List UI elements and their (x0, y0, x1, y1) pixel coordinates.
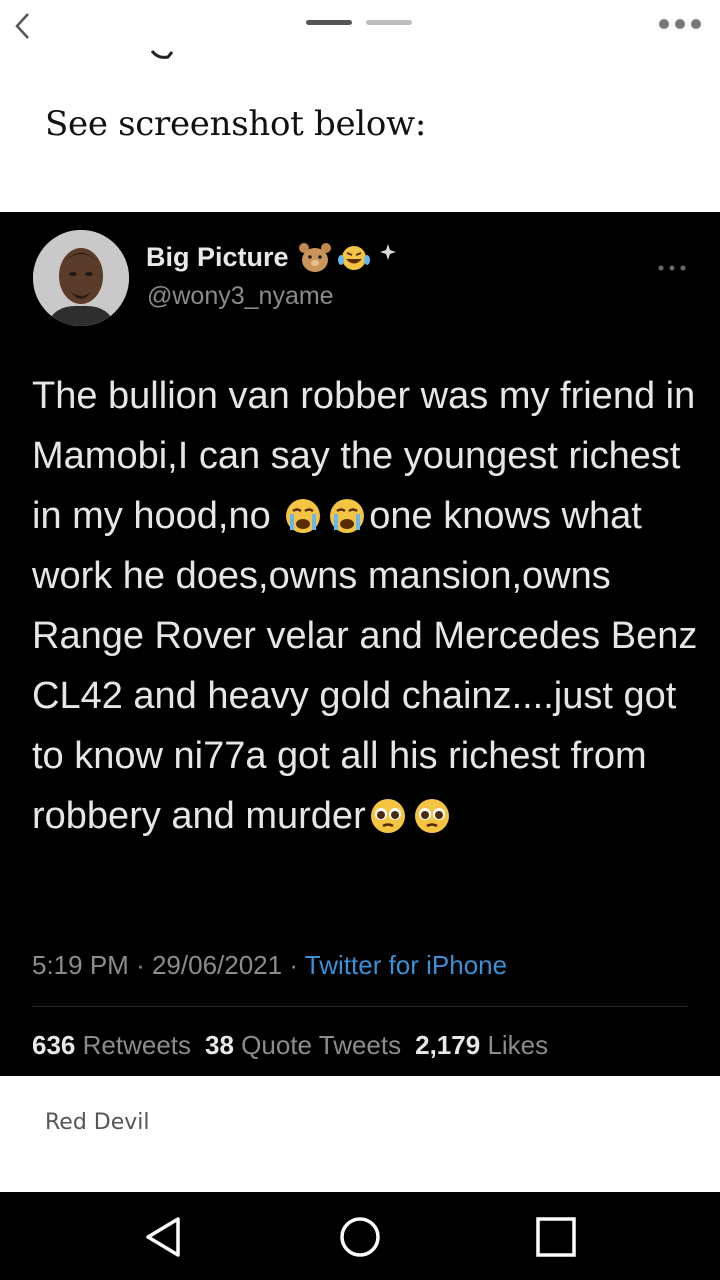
tweet-meta: 5:19 PM · 29/06/2021 · Twitter for iPhon… (32, 950, 507, 981)
meta-separator: · (289, 950, 299, 980)
retweets-label: Retweets (82, 1030, 192, 1060)
post-author[interactable]: Red Devil (45, 1110, 150, 1135)
chevron-left-icon[interactable] (8, 6, 38, 46)
page-indicator-active (306, 20, 352, 25)
avatar (33, 230, 129, 326)
crying-face-emoji (328, 493, 366, 533)
tweet-text-part2: one knows what work he does,owns mansion… (32, 495, 698, 837)
retweets-count: 636 (32, 1030, 76, 1060)
user-handle[interactable]: @wony3_nyame (147, 282, 334, 311)
quotes-label: Quote Tweets (241, 1030, 402, 1060)
tweet-more-icon[interactable] (656, 258, 688, 271)
divider (32, 1006, 688, 1007)
circle-home-icon[interactable] (337, 1214, 383, 1260)
sparkle-emoji (380, 244, 396, 260)
teddy-bear-emoji (299, 243, 331, 272)
triangle-back-icon[interactable] (140, 1214, 186, 1260)
tweet-time: 5:19 PM (32, 950, 129, 980)
pleading-face-emoji (413, 793, 451, 833)
tweet-text: The bullion van robber was my friend in … (32, 366, 702, 846)
tweet-stats: 636 Retweets 38 Quote Tweets 2,179 Likes (32, 1030, 548, 1061)
likes-stat[interactable]: 2,179 Likes (415, 1030, 548, 1060)
display-name[interactable]: Big Picture (146, 242, 289, 273)
meta-separator: · (136, 950, 145, 980)
top-app-bar (0, 0, 720, 60)
page-indicator-inactive[interactable] (366, 20, 412, 25)
crying-face-emoji (284, 493, 322, 533)
likes-label: Likes (487, 1030, 549, 1060)
clipped-text-fragment (150, 46, 174, 59)
tweet-source-link[interactable]: Twitter for iPhone (305, 950, 507, 980)
likes-count: 2,179 (415, 1030, 481, 1060)
quotes-stat[interactable]: 38 Quote Tweets (205, 1030, 401, 1060)
system-nav-bar (0, 1192, 720, 1280)
post-caption: See screenshot below: (45, 104, 426, 144)
tweet-screenshot: Big Picture @wony3_nyame The bullion van… (0, 212, 720, 1076)
quotes-count: 38 (205, 1030, 234, 1060)
square-recents-icon[interactable] (533, 1214, 579, 1260)
laughing-tears-emoji (338, 246, 370, 270)
tweet-date: 29/06/2021 (151, 950, 283, 980)
name-emojis (296, 238, 406, 274)
more-horizontal-icon[interactable] (656, 14, 704, 34)
pleading-face-emoji (369, 793, 407, 833)
retweets-stat[interactable]: 636 Retweets (32, 1030, 191, 1060)
